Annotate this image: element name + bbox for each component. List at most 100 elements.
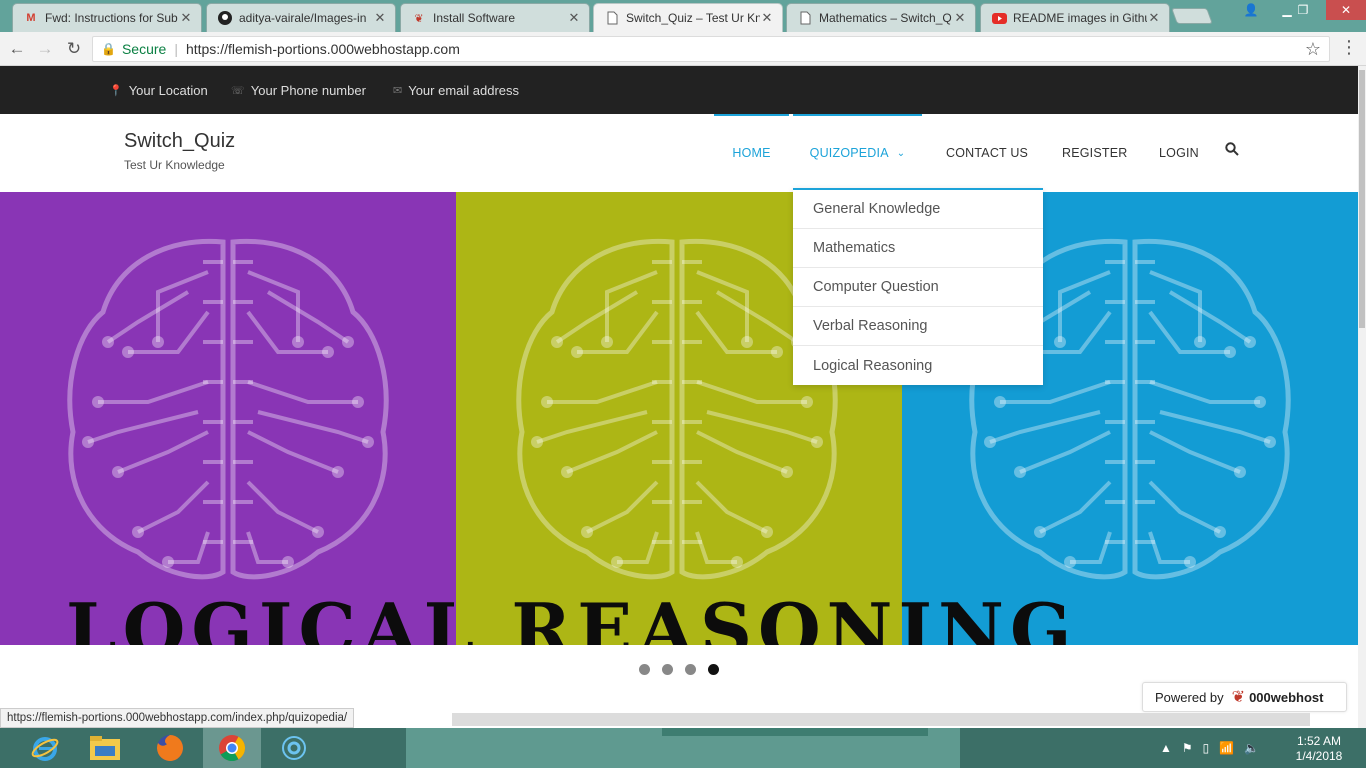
nav-register[interactable]: REGISTER [1062,114,1128,192]
email-text: Your email address [408,83,520,98]
scrollbar-thumb[interactable] [1359,70,1365,328]
site-title[interactable]: Switch_Quiz [124,130,235,153]
slider-dots [639,664,719,675]
forward-icon[interactable]: → [33,37,57,61]
vertical-scrollbar[interactable] [1358,66,1366,728]
location-text: Your Location [128,83,208,98]
clock-date: 1/4/2018 [1295,749,1343,763]
tab-title: aditya-vairale/Images-in [239,11,367,25]
tab-title: README images in Githu [1013,11,1147,25]
browser-toolbar: ← → ↻ 🔒 Secure | https://flemish-portion… [0,32,1366,66]
show-hidden-icons-icon[interactable]: ▲ [1160,741,1172,755]
tab-readme-images[interactable]: README images in Githu ✕ [980,3,1170,32]
system-tray: ▲ ⚑ ▯ 📶 🔈 [1160,728,1259,768]
tab-gmail[interactable]: M Fwd: Instructions for Sub ✕ [12,3,202,32]
tab-mathematics[interactable]: Mathematics – Switch_Q ✕ [786,3,976,32]
address-bar[interactable]: 🔒 Secure | https://flemish-portions.000w… [92,36,1330,62]
nav-quizopedia-label: QUIZOPEDIA [809,146,889,160]
tab-title: Fwd: Instructions for Sub [45,11,178,25]
close-icon[interactable]: ✕ [953,10,967,26]
maximize-icon[interactable]: ❐ [1288,0,1318,20]
close-icon[interactable]: ✕ [373,10,387,26]
menu-item-logical-reasoning[interactable]: Logical Reasoning [793,346,1043,385]
nav-contact-label: CONTACT US [946,146,1029,160]
new-tab-button[interactable] [1171,8,1213,24]
menu-item-general-knowledge[interactable]: General Knowledge [793,190,1043,229]
nav-login-label: LOGIN [1159,146,1199,160]
slider-dot-2[interactable] [662,664,673,675]
nav-home-label: HOME [732,146,771,160]
url-text: https://flemish-portions.000webhostapp.c… [185,41,460,57]
bookmark-star-icon[interactable]: ☆ [1305,39,1321,60]
network-icon[interactable]: 📶 [1219,741,1234,755]
nav-login[interactable]: LOGIN [1159,114,1199,192]
slide-panel-purple [0,192,456,645]
powered-brand: 000webhost [1249,689,1324,705]
volume-icon[interactable]: 🔈 [1244,741,1259,755]
tab-title: Mathematics – Switch_Q [819,11,952,25]
powered-label: Powered by [1155,689,1224,705]
reload-icon[interactable]: ↻ [62,37,86,61]
active-indicator [793,114,922,116]
horizontal-scrollbar[interactable] [452,713,1310,726]
menu-item-computer-question[interactable]: Computer Question [793,268,1043,307]
menu-icon[interactable]: ⋮ [1340,37,1358,58]
nav-contact-us[interactable]: CONTACT US [946,114,1028,192]
lock-icon: 🔒 [101,42,116,56]
powered-by-badge[interactable]: Powered by ❦ 000webhost [1142,682,1347,712]
github-icon [217,10,233,26]
tab-github[interactable]: aditya-vairale/Images-in ✕ [206,3,396,32]
youtube-icon [991,10,1007,26]
active-indicator [714,114,789,116]
page-icon [797,10,813,26]
close-icon[interactable]: ✕ [179,10,193,26]
battery-icon[interactable]: ▯ [1203,741,1210,755]
menu-item-verbal-reasoning[interactable]: Verbal Reasoning [793,307,1043,346]
profile-icon[interactable]: 👤 [1236,0,1266,20]
windows-taskbar: ▲ ⚑ ▯ 📶 🔈 1:52 AM 1/4/2018 [0,728,1366,768]
map-pin-icon: 📍 [109,85,123,97]
flag-icon[interactable]: ⚑ [1182,741,1193,755]
email-item: ✉ Your email address [393,83,519,98]
000webhost-icon: ❦ [414,12,424,25]
location-item: 📍 Your Location [109,83,208,98]
slider-dot-4[interactable] [708,664,719,675]
system-clock[interactable]: 1:52 AM 1/4/2018 [1284,734,1354,764]
slider-dot-1[interactable] [639,664,650,675]
site-tagline: Test Ur Knowledge [124,158,225,172]
firefox-icon[interactable] [141,728,199,768]
status-bar-url: https://flemish-portions.000webhostapp.c… [0,708,355,728]
close-icon[interactable]: ✕ [760,10,774,26]
internet-explorer-icon[interactable] [16,728,74,768]
cortana-icon[interactable] [265,728,323,768]
file-explorer-icon[interactable] [76,728,134,768]
back-icon[interactable]: ← [5,37,29,61]
chrome-icon[interactable] [203,728,261,768]
tab-title: Switch_Quiz – Test Ur Kn [626,11,760,25]
close-icon[interactable]: ✕ [567,10,581,26]
nav-register-label: REGISTER [1062,146,1128,160]
taskbar-accent [662,728,928,736]
close-icon[interactable]: ✕ [1147,10,1161,26]
search-icon[interactable] [1225,142,1239,160]
tab-install-software[interactable]: ❦ Install Software ✕ [400,3,590,32]
hero-slider[interactable]: LOGICAL REASONING [0,192,1358,645]
envelope-icon: ✉ [393,85,403,97]
slide-heading: LOGICAL REASONING [66,587,1078,645]
quizopedia-dropdown: General Knowledge Mathematics Computer Q… [793,188,1043,385]
tab-switch-quiz[interactable]: Switch_Quiz – Test Ur Kn ✕ [593,3,783,32]
top-info-bar: 📍 Your Location ☏ Your Phone number ✉ Yo… [0,66,1358,114]
page-icon [604,10,620,26]
phone-item: ☏ Your Phone number [231,83,366,98]
menu-item-mathematics[interactable]: Mathematics [793,229,1043,268]
web-page: 📍 Your Location ☏ Your Phone number ✉ Yo… [0,66,1358,728]
tab-strip: M Fwd: Instructions for Sub ✕ aditya-vai… [0,0,1366,32]
phone-text: Your Phone number [250,83,366,98]
nav-home[interactable]: HOME [714,114,789,192]
window-close-icon[interactable]: ✕ [1326,0,1366,20]
tab-title: Install Software [433,11,516,25]
000webhost-logo-icon: ❦ [1231,689,1246,706]
nav-quizopedia[interactable]: QUIZOPEDIA ⌄ [793,114,922,192]
circuit-brain-icon [67,238,389,580]
slider-dot-3[interactable] [685,664,696,675]
